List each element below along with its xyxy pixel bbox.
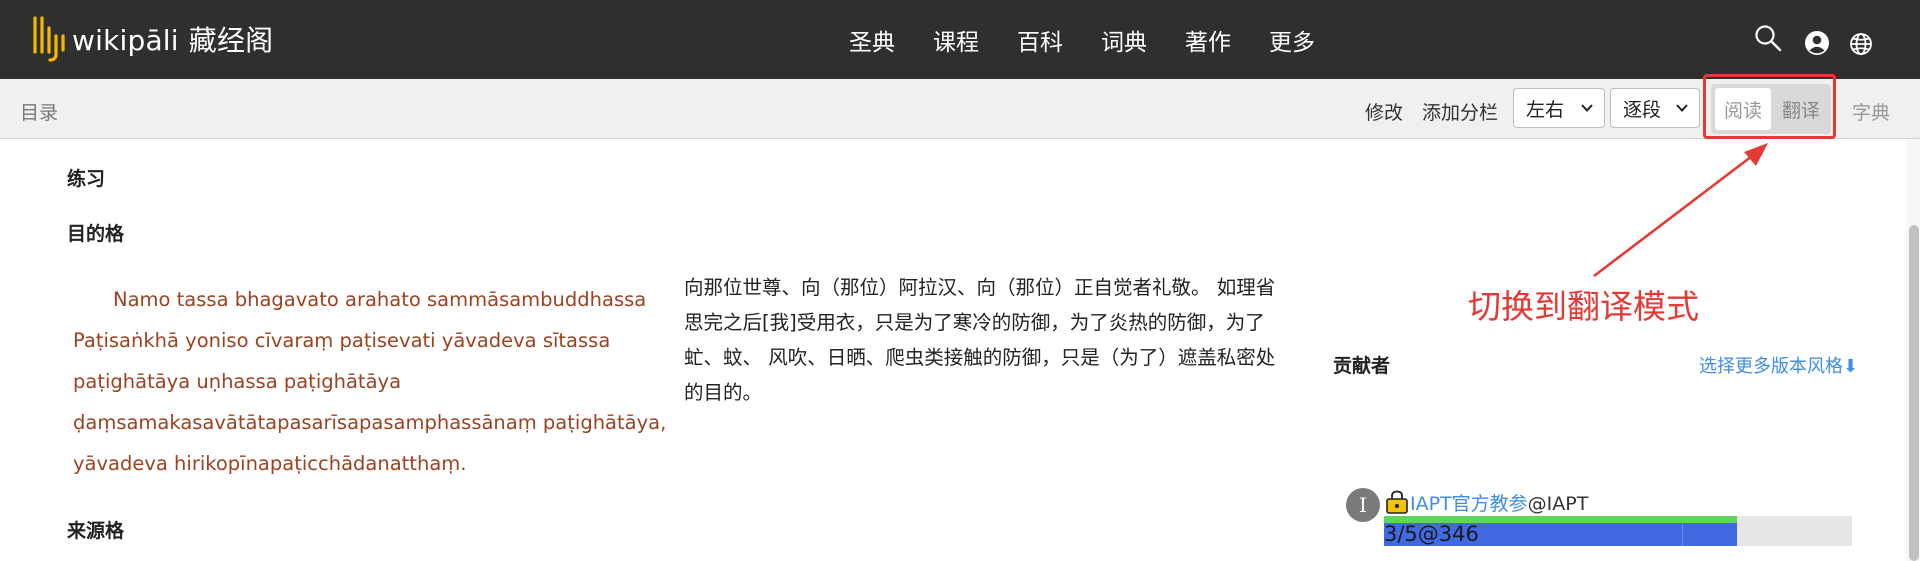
pali-line: yāvadeva hirikopīnapaṭicchādanatthaṃ.: [73, 452, 467, 475]
contributor-name-link[interactable]: IAPT官方教参: [1410, 493, 1528, 515]
nav-item-wiki[interactable]: 百科: [998, 23, 1082, 57]
nav-item-dictionary[interactable]: 词典: [1082, 23, 1166, 57]
translation-line: 向那位世尊、向（那位）阿拉汉、向（那位）正自觉者礼敬。 如理省: [684, 276, 1276, 299]
edit-button[interactable]: 修改: [1365, 98, 1403, 125]
split-select[interactable]: 逐段: [1610, 88, 1700, 128]
avatar[interactable]: I: [1346, 488, 1380, 522]
pali-line: Namo tassa bhagavato arahato sammāsambud…: [113, 288, 647, 311]
pali-line: paṭighātāya uṇhassa paṭighātāya: [73, 370, 402, 393]
dictionary-button[interactable]: 字典: [1852, 98, 1890, 125]
scrollbar-thumb[interactable]: [1909, 225, 1919, 561]
search-icon[interactable]: [1754, 24, 1782, 52]
pali-line: ḍaṃsamakasavātātapasarīsapasamphassānaṃ …: [73, 411, 667, 434]
chevron-down-icon: [1581, 104, 1593, 112]
layout-select[interactable]: 左右: [1513, 88, 1605, 128]
wikipali-logo-icon: [33, 16, 65, 62]
pali-paragraph: Namo tassa bhagavato arahato sammāsambud…: [73, 279, 667, 484]
top-header: wikipāli 藏经阁 圣典 课程 百科 词典 著作 更多: [0, 0, 1920, 79]
section-heading-purpose: 目的格: [67, 223, 125, 245]
translation-paragraph: 向那位世尊、向（那位）阿拉汉、向（那位）正自觉者礼敬。 如理省 思完之后[我]受…: [684, 270, 1304, 410]
contributor-line: IAPT官方教参@IAPT: [1410, 489, 1588, 516]
nav-item-courses[interactable]: 课程: [914, 23, 998, 57]
annotation-label: 切换到翻译模式: [1468, 287, 1699, 326]
contributor-handle: @IAPT: [1527, 493, 1589, 515]
add-column-button[interactable]: 添加分栏: [1422, 98, 1498, 125]
translation-line: 的目的。: [684, 381, 763, 404]
logo-text: wikipāli 藏经阁: [72, 19, 273, 59]
section-heading-exercise: 练习: [67, 168, 106, 190]
user-icon[interactable]: [1804, 30, 1830, 56]
split-select-value: 逐段: [1623, 98, 1662, 121]
nav-item-canon[interactable]: 圣典: [830, 23, 914, 57]
annotation-arrow: [1593, 143, 1768, 278]
globe-icon[interactable]: [1849, 32, 1873, 56]
translation-line: 思完之后[我]受用衣，只是为了寒冷的防御，为了炎热的防御，为了: [684, 311, 1265, 334]
section-heading-source: 来源格: [67, 520, 125, 542]
logo-cn: 藏经阁: [188, 24, 274, 57]
toc-button[interactable]: 目录: [20, 98, 58, 125]
main-nav: 圣典 课程 百科 词典 著作 更多: [830, 0, 1334, 79]
layout-select-value: 左右: [1526, 98, 1565, 121]
chevron-down-icon: [1676, 104, 1688, 112]
lock-badge-icon: [1386, 490, 1408, 514]
pali-line: Paṭisaṅkhā yoniso cīvaraṃ paṭisevati yāv…: [73, 329, 611, 352]
progress-segment-divider: [1682, 523, 1683, 546]
contributors-title: 贡献者: [1333, 355, 1391, 377]
logo-brand: wikipāli: [72, 24, 179, 57]
more-versions-link[interactable]: 选择更多版本风格⬇: [1699, 352, 1858, 378]
progress-label: 3/5@346: [1384, 522, 1479, 546]
nav-item-more[interactable]: 更多: [1250, 23, 1334, 57]
logo[interactable]: wikipāli 藏经阁: [30, 14, 273, 64]
nav-item-works[interactable]: 著作: [1166, 23, 1250, 57]
translation-line: 虻、蚊、 风吹、日晒、爬虫类接触的防御，只是（为了）遮盖私密处: [684, 346, 1276, 369]
